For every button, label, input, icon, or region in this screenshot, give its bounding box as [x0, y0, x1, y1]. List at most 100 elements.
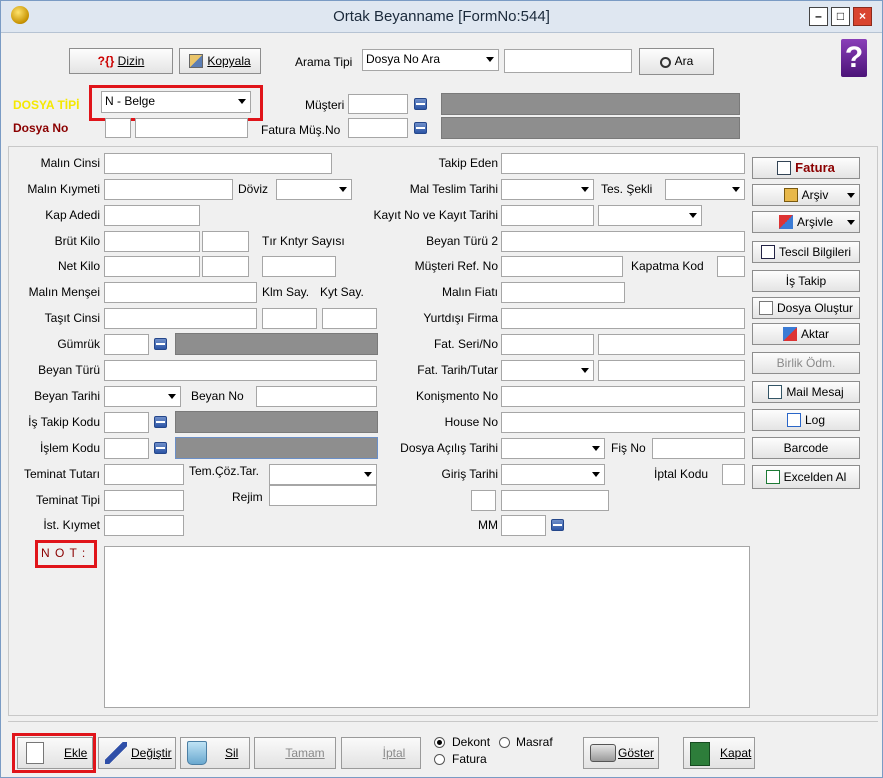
islem-kodu-input[interactable]: [104, 438, 149, 459]
fat-tutar-input[interactable]: [598, 360, 745, 381]
tes-sekli-select[interactable]: [665, 179, 745, 200]
iptal-kodu-input[interactable]: [722, 464, 745, 485]
iptal-button[interactable]: İptal: [341, 737, 421, 769]
gumruk-input[interactable]: [104, 334, 149, 355]
extra-code-input[interactable]: [471, 490, 496, 511]
gumruk-lookup-icon[interactable]: [149, 334, 171, 355]
help-icon[interactable]: ?: [841, 39, 867, 77]
arsiv-button[interactable]: Arşiv: [752, 184, 860, 206]
fatura-lookup-icon[interactable]: [409, 118, 431, 139]
brut-kilo-unit-input[interactable]: [202, 231, 249, 252]
takip-eden-input[interactable]: [501, 153, 745, 174]
musteri-lookup-icon[interactable]: [409, 94, 431, 115]
search-icon: [659, 57, 671, 68]
kayit-tarihi-select[interactable]: [598, 205, 702, 226]
maximize-button[interactable]: □: [831, 7, 850, 26]
degistir-button[interactable]: Değiştir: [98, 737, 176, 769]
search-input[interactable]: [504, 49, 632, 73]
arama-tipi-value: Dosya No Ara: [366, 52, 441, 66]
is-takip-kodu-label: İş Takip Kodu: [28, 415, 100, 429]
excelden-al-button[interactable]: Excelden Al: [752, 465, 860, 489]
kapatma-kod-input[interactable]: [717, 256, 745, 277]
kopyala-button[interactable]: Kopyala: [179, 48, 261, 74]
malin-mensei-input[interactable]: [104, 282, 257, 303]
arsivle-button[interactable]: Arşivle: [752, 211, 860, 233]
klm-say-input[interactable]: [262, 308, 317, 329]
kapat-button[interactable]: Kapat: [683, 737, 755, 769]
log-button[interactable]: Log: [752, 409, 860, 431]
fatura-name-display: [441, 117, 740, 139]
mm-lookup-icon[interactable]: [546, 515, 568, 536]
goster-button[interactable]: Göster: [583, 737, 659, 769]
extra-value-input[interactable]: [501, 490, 609, 511]
fatura-radio[interactable]: [434, 754, 445, 765]
teminat-tipi-label: Teminat Tipi: [35, 493, 100, 507]
rejim-input[interactable]: [269, 485, 377, 506]
kyt-say-input[interactable]: [322, 308, 377, 329]
fis-no-input[interactable]: [652, 438, 745, 459]
kap-adedi-input[interactable]: [104, 205, 200, 226]
is-takip-button[interactable]: İş Takip: [752, 270, 860, 292]
beyan-turu-input[interactable]: [104, 360, 377, 381]
net-kilo-input[interactable]: [104, 256, 200, 277]
ara-button[interactable]: Ara: [639, 48, 714, 75]
yurtdisi-firma-input[interactable]: [501, 308, 745, 329]
tescil-bilgileri-button[interactable]: Tescil Bilgileri: [752, 241, 860, 263]
teminat-tutari-input[interactable]: [104, 464, 184, 485]
beyan-turu-2-input[interactable]: [501, 231, 745, 252]
mail-mesaj-button[interactable]: Mail Mesaj: [752, 381, 860, 403]
house-no-input[interactable]: [501, 412, 745, 433]
musteri-no-input[interactable]: [348, 94, 408, 114]
beyan-no-label: Beyan No: [191, 389, 244, 403]
tamam-button[interactable]: Tamam: [254, 737, 336, 769]
beyan-tarihi-select[interactable]: [104, 386, 181, 407]
net-kilo-unit-input[interactable]: [202, 256, 249, 277]
is-takip-kodu-input[interactable]: [104, 412, 149, 433]
fat-no-input[interactable]: [598, 334, 745, 355]
note-textarea[interactable]: [104, 546, 750, 708]
dekont-radio[interactable]: [434, 737, 445, 748]
dosya-olustur-button[interactable]: Dosya Oluştur: [752, 297, 860, 319]
ist-kiymet-input[interactable]: [104, 515, 184, 536]
mal-teslim-tarihi-select[interactable]: [501, 179, 594, 200]
giris-tarihi-select[interactable]: [501, 464, 605, 485]
musteri-ref-no-input[interactable]: [501, 256, 623, 277]
dosya-no-prefix-input[interactable]: [105, 118, 131, 138]
fatura-button[interactable]: Fatura: [752, 157, 860, 179]
dizin-button[interactable]: ?{} Dizin: [69, 48, 173, 74]
barcode-button[interactable]: Barcode: [752, 437, 860, 459]
arama-tipi-select[interactable]: Dosya No Ara: [362, 49, 499, 71]
islem-lookup-icon[interactable]: [149, 438, 171, 459]
masraf-radio[interactable]: [499, 737, 510, 748]
mm-input[interactable]: [501, 515, 546, 536]
is-takip-lookup-icon[interactable]: [149, 412, 171, 433]
beyan-tarihi-label: Beyan Tarihi: [34, 389, 100, 403]
tir-kntyr-input[interactable]: [262, 256, 336, 277]
malin-kiymeti-input[interactable]: [104, 179, 233, 200]
minimize-button[interactable]: –: [809, 7, 828, 26]
net-kilo-label: Net Kilo: [57, 259, 100, 273]
fat-tarih-select[interactable]: [501, 360, 594, 381]
dosya-no-label: Dosya No: [13, 121, 69, 135]
sil-button[interactable]: Sil: [180, 737, 250, 769]
beyan-no-input[interactable]: [256, 386, 377, 407]
close-button[interactable]: ×: [853, 7, 872, 26]
dosya-acilis-tarihi-select[interactable]: [501, 438, 605, 459]
rejim-label: Rejim: [232, 490, 263, 504]
fat-seri-input[interactable]: [501, 334, 594, 355]
excelden-al-label: Excelden Al: [783, 470, 847, 484]
tem-coz-tar-select[interactable]: [269, 464, 377, 485]
dosya-no-input[interactable]: [135, 118, 248, 138]
birlik-odm-button[interactable]: Birlik Ödm.: [752, 352, 860, 374]
teminat-tipi-input[interactable]: [104, 490, 184, 511]
fatura-mus-no-label: Fatura Müş.No: [261, 123, 341, 137]
doviz-select[interactable]: [276, 179, 352, 200]
fatura-mus-no-input[interactable]: [348, 118, 408, 138]
aktar-button[interactable]: Aktar: [752, 323, 860, 345]
brut-kilo-input[interactable]: [104, 231, 200, 252]
kayit-no-input[interactable]: [501, 205, 594, 226]
malin-fiati-input[interactable]: [501, 282, 625, 303]
konismento-no-input[interactable]: [501, 386, 745, 407]
malin-cinsi-input[interactable]: [104, 153, 332, 174]
tasit-cinsi-input[interactable]: [104, 308, 257, 329]
